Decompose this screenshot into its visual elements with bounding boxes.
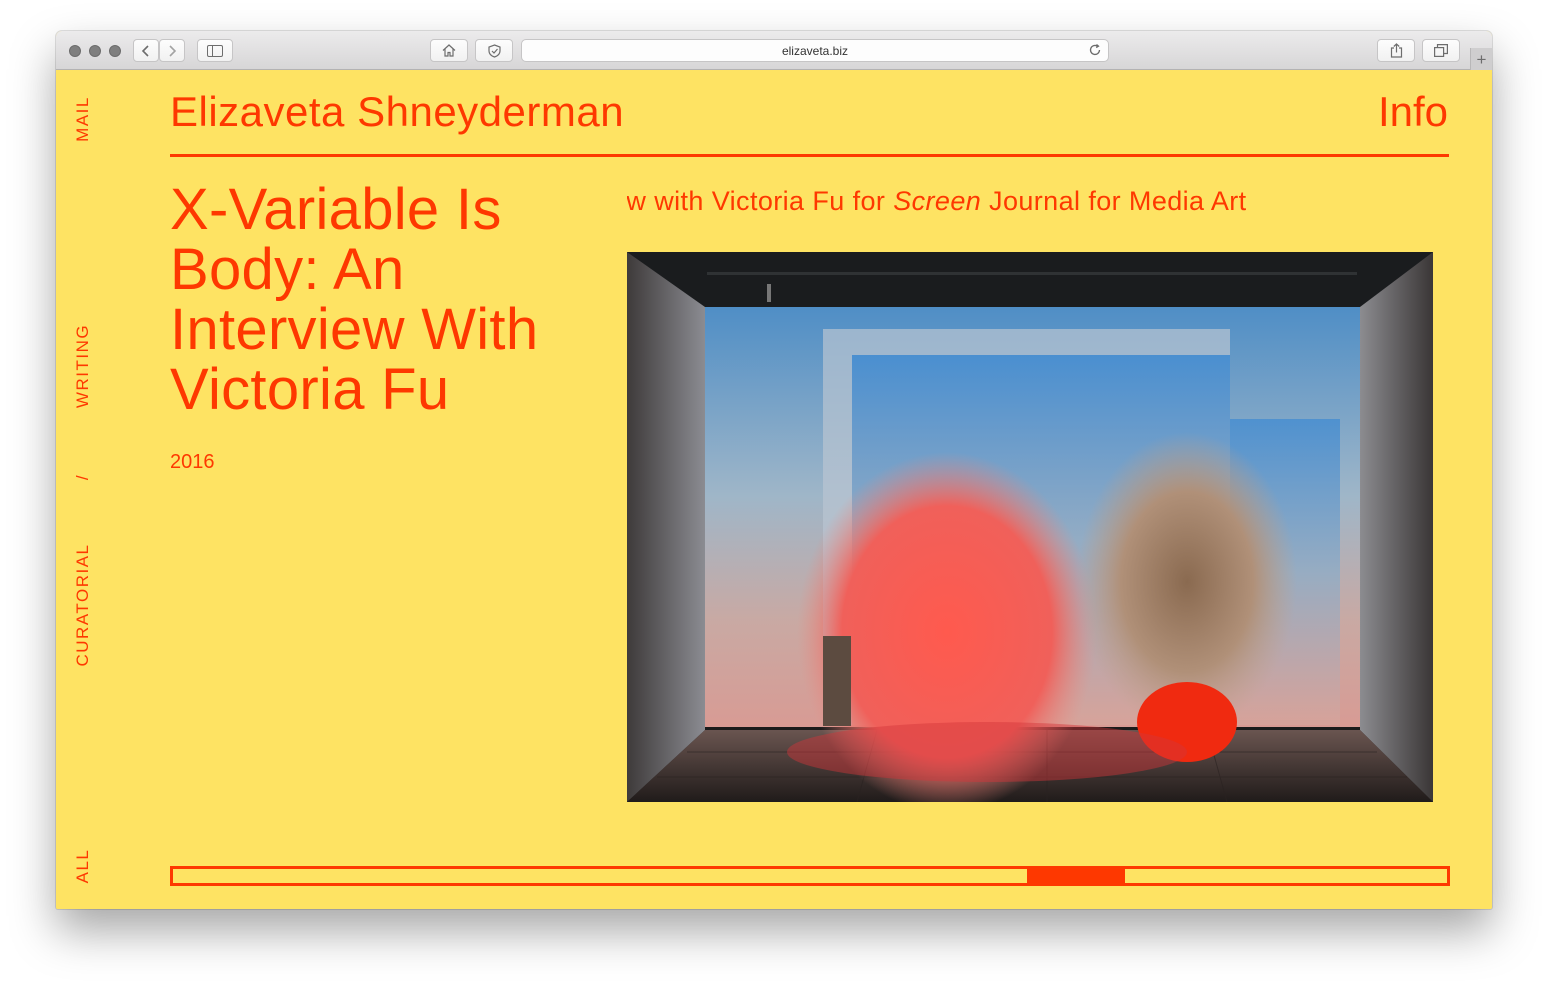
new-tab-button[interactable]: + [1470,48,1492,70]
zoom-window-button[interactable] [109,45,121,57]
chevron-right-icon [169,44,177,57]
subtitle-text-before: ew with Victoria Fu for [627,186,894,216]
info-link[interactable]: Info [1378,88,1448,136]
site-title[interactable]: Elizaveta Shneyderman [170,88,624,136]
subtitle-text-after: Journal for Media Art [981,186,1247,216]
sidebar-icon [207,44,223,57]
browser-toolbar: elizaveta.biz + [56,31,1492,70]
gallery-installation-photo [627,252,1433,802]
tabs-icon [1434,44,1448,57]
nav-mail-link[interactable]: MAIL [73,90,95,148]
address-bar[interactable]: elizaveta.biz [521,39,1109,62]
tab-overview-button[interactable] [1422,39,1460,62]
scrolling-subtitle: ew with Victoria Fu for Screen Journal f… [627,186,1427,220]
nav-separator: / [73,473,92,481]
article-year: 2016 [170,451,215,473]
url-text: elizaveta.biz [781,43,849,58]
share-button[interactable] [1377,39,1415,62]
page: MAIL WRITING / CURATORIAL ALL Elizaveta … [56,70,1492,909]
artwork-image[interactable] [627,252,1433,802]
back-button[interactable] [133,39,159,62]
browser-window: elizaveta.biz + MAIL WRITING / CURATORIA… [56,31,1492,909]
privacy-button[interactable] [475,39,513,62]
share-icon [1390,43,1402,58]
home-button[interactable] [430,39,468,62]
article-title: X-Variable Is Body: An Interview With Vi… [170,177,539,422]
gallery-scrollbar-thumb[interactable] [1027,869,1125,883]
close-window-button[interactable] [69,45,81,57]
shield-icon [487,43,501,58]
subtitle-text-italic: Screen [893,186,982,216]
nav-curatorial-link[interactable]: CURATORIAL [73,539,95,671]
chevron-left-icon [141,44,149,57]
reload-icon[interactable] [1088,43,1102,57]
minimize-window-button[interactable] [89,45,101,57]
home-icon [442,44,456,57]
plus-icon: + [1476,49,1487,69]
sidebar-toggle-button[interactable] [197,39,233,62]
nav-writing-link[interactable]: WRITING [73,321,95,411]
gallery-scrollbar[interactable] [170,866,1450,886]
nav-all-link[interactable]: ALL [73,846,95,886]
forward-button[interactable] [159,39,185,62]
header-divider [170,154,1449,157]
subtitle-text: ew with Victoria Fu for Screen Journal f… [627,186,1247,217]
